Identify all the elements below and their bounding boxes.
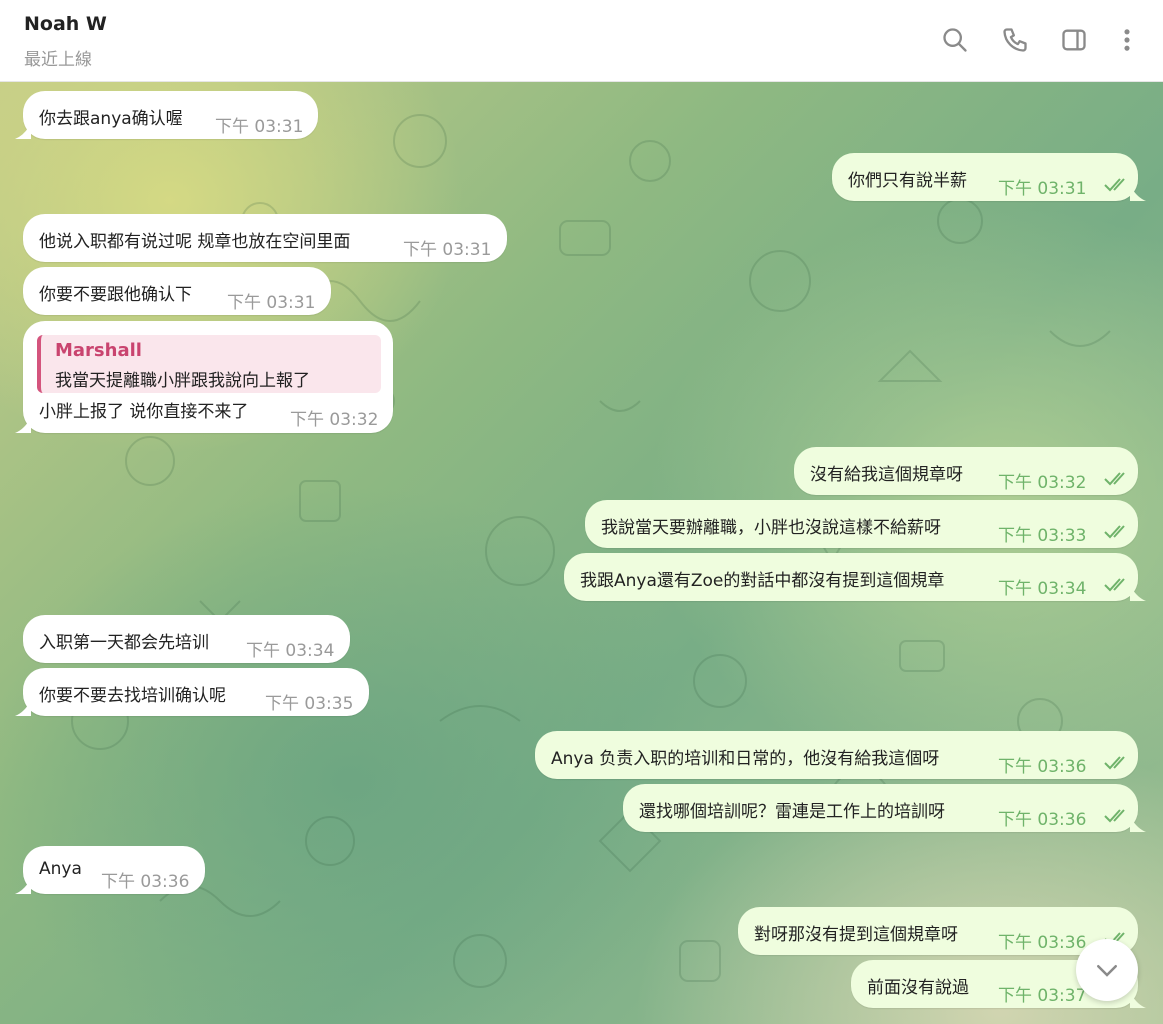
bubble-tail <box>15 417 31 433</box>
message-incoming[interactable]: 你要不要去找培训确认呢 下午 03:35 <box>15 668 369 716</box>
message-text: 入职第一天都会先培训 <box>39 633 209 653</box>
message-time: 下午 03:33 <box>998 526 1087 546</box>
message-incoming[interactable]: 你要不要跟他确认下 下午 03:31 <box>23 267 331 315</box>
message-time: 下午 03:37 <box>998 986 1087 1006</box>
message-incoming[interactable]: 他说入职都有说过呢 规章也放在空间里面 下午 03:31 <box>23 214 507 262</box>
message-time: 下午 03:34 <box>246 641 335 661</box>
message-time: 下午 03:36 <box>101 872 190 892</box>
message-text: 你們只有說半薪 <box>848 171 967 191</box>
message-time: 下午 03:32 <box>998 473 1087 493</box>
message-outgoing[interactable]: Anya 负责入职的培训和日常的，他沒有給我這個呀 下午 03:36 <box>535 731 1138 779</box>
message-text: 還找哪個培訓呢？雷連是工作上的培訓呀 <box>639 802 945 822</box>
message-time: 下午 03:31 <box>227 293 316 313</box>
message-incoming[interactable]: Anya 下午 03:36 <box>15 846 205 894</box>
message-list[interactable]: 你去跟anya确认喔 下午 03:31 你們只有說半薪 下午 03:31 他说入… <box>0 81 1163 1024</box>
bubble-tail <box>1130 816 1146 832</box>
message-text: 你去跟anya确认喔 <box>39 109 183 129</box>
message-outgoing[interactable]: 我跟Anya還有Zoe的對話中都沒有提到這個規章 下午 03:34 <box>564 553 1146 601</box>
message-outgoing[interactable]: 沒有給我這個規章呀 下午 03:32 <box>794 447 1138 495</box>
message-text: 你要不要跟他确认下 <box>39 285 192 305</box>
chevron-down-icon <box>1097 965 1117 977</box>
message-outgoing[interactable]: 對呀那沒有提到這個規章呀 下午 03:36 <box>738 907 1138 955</box>
read-check-icon <box>1104 472 1125 486</box>
message-time: 下午 03:35 <box>265 694 354 714</box>
message-text: 前面沒有說過 <box>867 978 969 998</box>
bubble-tail <box>15 700 31 716</box>
message-outgoing[interactable]: 你們只有說半薪 下午 03:31 <box>832 153 1146 201</box>
message-time: 下午 03:36 <box>998 757 1087 777</box>
read-check-icon <box>1104 178 1125 192</box>
message-text: 他说入职都有说过呢 规章也放在空间里面 <box>39 232 351 252</box>
bubble-tail <box>1130 585 1146 601</box>
read-check-icon <box>1104 809 1125 823</box>
search-icon[interactable] <box>939 24 971 56</box>
message-time: 下午 03:31 <box>403 240 492 260</box>
sidebar-toggle-icon[interactable] <box>1058 24 1090 56</box>
message-text: 我跟Anya還有Zoe的對話中都沒有提到這個規章 <box>580 571 945 591</box>
bubble-tail <box>1130 992 1146 1008</box>
contact-status: 最近上線 <box>24 50 92 70</box>
message-text: 你要不要去找培训确认呢 <box>39 686 226 706</box>
message-time: 下午 03:31 <box>215 117 304 137</box>
contact-name[interactable]: Noah W <box>24 13 107 35</box>
message-time: 下午 03:36 <box>998 810 1087 830</box>
message-text: Anya <box>39 859 82 879</box>
message-text: 沒有給我這個規章呀 <box>810 465 963 485</box>
message-outgoing[interactable]: 還找哪個培訓呢？雷連是工作上的培訓呀 下午 03:36 <box>623 784 1146 832</box>
reply-quote-text: 我當天提離職小胖跟我說向上報了 <box>55 371 310 391</box>
read-check-icon <box>1104 525 1125 539</box>
scroll-to-bottom-button[interactable] <box>1076 939 1138 1001</box>
chat-header: Noah W 最近上線 <box>0 0 1163 82</box>
bubble-tail <box>15 123 31 139</box>
message-outgoing[interactable]: 我說當天要辦離職，小胖也沒說這樣不給薪呀 下午 03:33 <box>585 500 1138 548</box>
reply-quote-author: Marshall <box>55 340 142 361</box>
bubble-tail <box>1130 185 1146 201</box>
read-check-icon <box>1104 756 1125 770</box>
read-check-icon <box>1104 578 1125 592</box>
message-time: 下午 03:36 <box>998 933 1087 953</box>
message-incoming[interactable]: 你去跟anya确认喔 下午 03:31 <box>15 91 318 139</box>
phone-icon[interactable] <box>999 24 1031 56</box>
message-text: 對呀那沒有提到這個規章呀 <box>754 925 958 945</box>
message-incoming-reply[interactable]: Marshall 我當天提離職小胖跟我說向上報了 小胖上报了 说你直接不来了 下… <box>15 321 393 433</box>
more-vertical-icon[interactable] <box>1111 24 1143 56</box>
message-text: 小胖上报了 说你直接不来了 <box>39 402 249 422</box>
reply-quote[interactable]: Marshall 我當天提離職小胖跟我說向上報了 <box>37 335 381 393</box>
bubble-tail <box>15 878 31 894</box>
message-incoming[interactable]: 入职第一天都会先培训 下午 03:34 <box>23 615 350 663</box>
message-text: 我說當天要辦離職，小胖也沒說這樣不給薪呀 <box>601 518 941 538</box>
message-text: Anya 负责入职的培训和日常的，他沒有給我這個呀 <box>551 749 940 769</box>
message-time: 下午 03:32 <box>290 410 379 430</box>
message-time: 下午 03:34 <box>998 579 1087 599</box>
message-time: 下午 03:31 <box>998 179 1087 199</box>
